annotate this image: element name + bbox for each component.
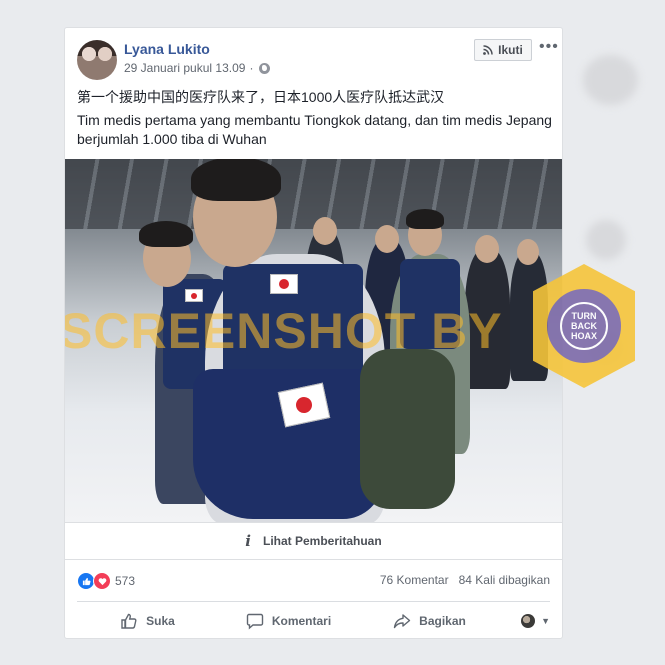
love-reaction-icon: [93, 572, 111, 590]
thumbs-up-icon: [121, 613, 137, 629]
rss-icon: [483, 45, 493, 55]
photo-person-hair: [191, 159, 281, 201]
globe-icon[interactable]: [259, 62, 271, 74]
post-timestamp[interactable]: 29 Januari pukul 13.09: [124, 61, 245, 75]
watermark-text: SCREENSHOT BY: [65, 303, 503, 359]
post-photo[interactable]: SCREENSHOT BY: [65, 159, 562, 522]
follow-label: Ikuti: [498, 43, 523, 57]
share-button[interactable]: Bagikan: [359, 612, 500, 630]
like-label: Suka: [146, 613, 175, 628]
photo-person-hair: [406, 209, 444, 229]
blurred-avatar: [586, 220, 626, 260]
notice-bar[interactable]: i Lihat Pemberitahuan: [65, 522, 562, 560]
comment-label: Komentari: [271, 613, 332, 628]
facebook-post: Lyana Lukito 29 Januari pukul 13.09 · Ik…: [64, 27, 563, 639]
like-button[interactable]: Suka: [77, 612, 218, 630]
author-name[interactable]: Lyana Lukito: [124, 41, 210, 57]
blurred-avatar: [583, 55, 638, 105]
photo-ceiling: [65, 159, 562, 229]
post-text-chinese: 第一个援助中国的医疗队来了，日本1000人医疗队抵达武汉: [77, 89, 445, 105]
badge-bottom-text: HOAX: [570, 331, 597, 341]
engagement-counts: 76 Komentar 84 Kali dibagikan: [380, 573, 550, 587]
badge-middle-text: BACK: [570, 321, 597, 331]
photo-person-head: [517, 239, 539, 265]
comment-button[interactable]: Komentari: [218, 612, 359, 630]
badge-core: TURN BACK HOAX: [560, 302, 608, 350]
post-meta: 29 Januari pukul 13.09 ·: [124, 61, 271, 75]
post-text-indonesian: Tim medis pertama yang membantu Tiongkok…: [77, 112, 552, 147]
reaction-count: 573: [115, 574, 136, 588]
share-label: Bagikan: [419, 613, 466, 628]
comment-icon: [246, 613, 264, 630]
photo-person-head: [475, 235, 499, 263]
follow-button[interactable]: Ikuti: [474, 39, 532, 61]
photo-person-head: [375, 225, 399, 253]
mini-avatar: [521, 613, 536, 628]
photo-person-hair: [139, 221, 193, 247]
reactions-summary[interactable]: 573: [77, 572, 135, 590]
badge-top-text: TURN: [571, 311, 597, 321]
action-bar: Suka Komentari Bagikan ▼: [77, 601, 550, 639]
shares-count[interactable]: 84 Kali dibagikan: [459, 573, 550, 587]
audience-selector[interactable]: ▼: [500, 613, 550, 628]
share-icon: [393, 613, 411, 628]
more-options-icon[interactable]: •••: [539, 38, 559, 56]
japan-flag-patch: [270, 274, 298, 294]
badge-inner: TURN BACK HOAX: [544, 286, 624, 366]
info-icon: i: [245, 532, 251, 550]
photo-backpack: [360, 349, 455, 509]
chevron-down-icon: ▼: [541, 615, 550, 626]
japan-flag-patch: [185, 289, 203, 302]
meta-separator: ·: [249, 61, 254, 75]
avatar[interactable]: [77, 40, 117, 80]
notice-label: Lihat Pemberitahuan: [263, 534, 382, 548]
comments-count[interactable]: 76 Komentar: [380, 573, 449, 587]
photo-person-head: [313, 217, 337, 245]
